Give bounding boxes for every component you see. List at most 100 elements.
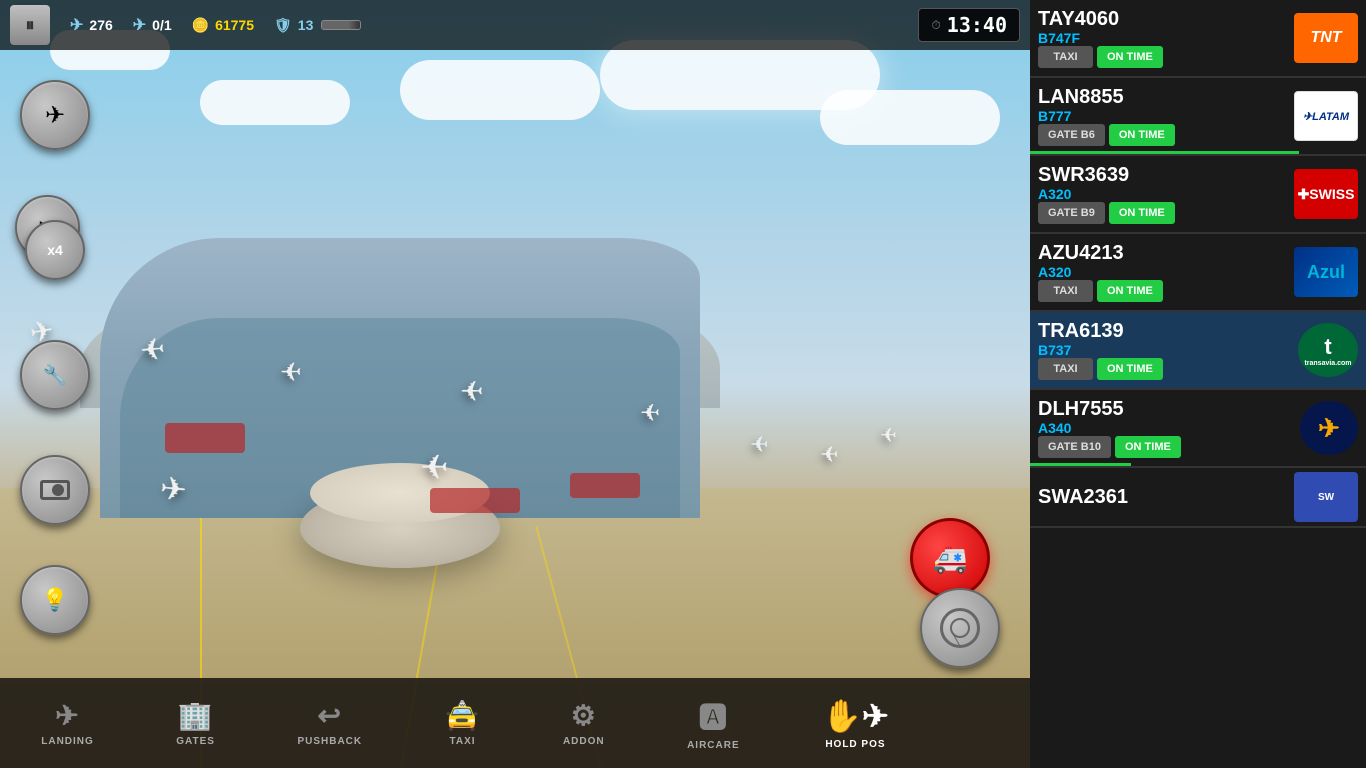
cloud-5: [820, 90, 1000, 145]
logo-text-SWA2361: SW: [1318, 492, 1334, 503]
flight-info-SWA2361: SWA2361: [1038, 486, 1288, 508]
logo-text-SWR3639: ✚SWISS: [1298, 186, 1355, 203]
flight-info-TAY4060: TAY4060 B747F TAXI ON TIME: [1038, 8, 1288, 68]
light-icon: 💡: [41, 587, 68, 613]
flight-info-AZU4213: AZU4213 A320 TAXI ON TIME: [1038, 242, 1288, 302]
toolbar-gates[interactable]: 🏢 GATES: [176, 699, 215, 747]
taxi-label: TAXI: [450, 736, 476, 747]
taxi-icon: 🚖: [445, 699, 481, 732]
btn-ontime-LAN8855[interactable]: ON TIME: [1109, 124, 1175, 146]
flight-info-TRA6139: TRA6139 B737 TAXI ON TIME: [1038, 320, 1292, 380]
btn-ontime-AZU4213[interactable]: ON TIME: [1097, 280, 1163, 302]
progress-LAN8855: [1030, 151, 1299, 154]
flight-card-SWA2361: SWA2361 SW: [1030, 468, 1366, 528]
right-panel: TAY4060 B747F TAXI ON TIME TNT LAN8855 B…: [1030, 0, 1366, 768]
speed-label: x4: [47, 242, 63, 258]
hold-pos-label: HOLD POS: [825, 739, 885, 750]
logo-text-DLH7555: ✈: [1318, 413, 1340, 444]
flight-actions-LAN8855: GATE B6 ON TIME: [1038, 124, 1288, 146]
flight-number-SWR3639: SWR3639: [1038, 164, 1288, 186]
gates-icon: 🏢: [178, 699, 214, 732]
airplane-8: ✈: [158, 469, 188, 509]
red-carpet-2: [430, 488, 520, 513]
btn-taxi-TRA6139[interactable]: TAXI: [1038, 358, 1093, 380]
speed-button[interactable]: x4: [25, 220, 85, 280]
airplane-3: ✈: [280, 357, 302, 388]
flight-card-AZU4213: AZU4213 A320 TAXI ON TIME Azul: [1030, 234, 1366, 312]
logo-TAY4060: TNT: [1294, 13, 1358, 63]
pause-button[interactable]: ⏸: [10, 5, 50, 45]
airplane-4: ✈: [460, 375, 483, 408]
flight-actions-TAY4060: TAXI ON TIME: [1038, 46, 1288, 68]
btn-taxi-TAY4060[interactable]: TAXI: [1038, 46, 1093, 68]
flight-card-DLH7555: DLH7555 A340 GATE B10 ON TIME ✈: [1030, 390, 1366, 468]
airplane-10: ✈: [880, 423, 897, 448]
red-carpet-3: [570, 473, 640, 498]
flight-aircraft-SWR3639: A320: [1038, 186, 1288, 202]
pushback-label: PUSHBACK: [297, 736, 362, 747]
camera-icon: ✈: [45, 101, 65, 130]
tools-button[interactable]: 🔧: [20, 340, 90, 410]
planes-count: 276: [89, 17, 112, 33]
logo-DLH7555: ✈: [1300, 401, 1358, 455]
flight-number-AZU4213: AZU4213: [1038, 242, 1288, 264]
addon-label: ADDON: [563, 736, 605, 747]
cloud-1: [400, 60, 600, 120]
tools-icon: 🔧: [43, 363, 68, 388]
logo-text-LAN8855: ✈LATAM: [1303, 110, 1349, 123]
airplane-2: ✈: [139, 332, 167, 369]
logo-text-TAY4060: TNT: [1310, 29, 1341, 47]
btn-gate-DLH7555[interactable]: GATE B10: [1038, 436, 1111, 458]
flight-number-LAN8855: LAN8855: [1038, 86, 1288, 108]
flight-card-TRA6139: TRA6139 B737 TAXI ON TIME t transavia.co…: [1030, 312, 1366, 390]
flight-card-LAN8855: LAN8855 B777 GATE B6 ON TIME ✈LATAM: [1030, 78, 1366, 156]
camera2-button[interactable]: [20, 455, 90, 525]
flight-aircraft-TRA6139: B737: [1038, 342, 1292, 358]
btn-ontime-SWR3639[interactable]: ON TIME: [1109, 202, 1175, 224]
toolbar-aircare[interactable]: 🅰 AIRCARE: [687, 696, 740, 751]
logo-SWR3639: ✚SWISS: [1294, 169, 1358, 219]
airplane-7: ✈: [420, 448, 449, 488]
coins-stat: 🪙 61775: [192, 17, 254, 34]
flight-card-TAY4060: TAY4060 B747F TAXI ON TIME TNT: [1030, 0, 1366, 78]
btn-gate-LAN8855[interactable]: GATE B6: [1038, 124, 1105, 146]
lens-icon: [52, 484, 64, 496]
logo-AZU4213: Azul: [1294, 247, 1358, 297]
emergency-button[interactable]: 🚑: [910, 518, 990, 598]
emergency-icon: 🚑: [933, 542, 968, 575]
hold-pos-button[interactable]: ✋✈ HOLD POS: [822, 697, 889, 750]
toolbar-pushback[interactable]: ↩ PUSHBACK: [297, 699, 362, 747]
flight-number-TAY4060: TAY4060: [1038, 8, 1288, 30]
light-button[interactable]: 💡: [20, 565, 90, 635]
flight-number-DLH7555: DLH7555: [1038, 398, 1294, 420]
flight-card-SWR3639: SWR3639 A320 GATE B9 ON TIME ✚SWISS: [1030, 156, 1366, 234]
flight-aircraft-DLH7555: A340: [1038, 420, 1294, 436]
toolbar-taxi[interactable]: 🚖 TAXI: [445, 699, 481, 747]
planes-icon: ✈: [70, 15, 83, 35]
aircare-label: AIRCARE: [687, 740, 740, 751]
flight-aircraft-AZU4213: A320: [1038, 264, 1288, 280]
btn-ontime-TRA6139[interactable]: ON TIME: [1097, 358, 1163, 380]
camera-button[interactable]: ✈: [20, 80, 90, 150]
flight-actions-AZU4213: TAXI ON TIME: [1038, 280, 1288, 302]
logo-subtext-TRA6139: transavia.com: [1304, 360, 1351, 367]
btn-taxi-AZU4213[interactable]: TAXI: [1038, 280, 1093, 302]
btn-gate-SWR3639[interactable]: GATE B9: [1038, 202, 1105, 224]
radar-button[interactable]: [920, 588, 1000, 668]
planes-stat: ✈ 276: [70, 15, 113, 35]
flight-actions-TRA6139: TAXI ON TIME: [1038, 358, 1292, 380]
pause-icon: ⏸: [26, 15, 35, 36]
game-viewport: ✈ ✈ ✈ ✈ ✈ ✈ ✈ ✈ ✈ ✈ ⏸ ✈ 276 ✈ 0/1 🪙 6177…: [0, 0, 1030, 768]
logo-TRA6139: t transavia.com: [1298, 323, 1358, 377]
red-carpet-1: [165, 423, 245, 453]
btn-ontime-TAY4060[interactable]: ON TIME: [1097, 46, 1163, 68]
toolbar-landing[interactable]: ✈ LANDING: [41, 699, 94, 747]
landing-label: LANDING: [41, 736, 94, 747]
bottom-toolbar: ✈ LANDING 🏢 GATES ↩ PUSHBACK 🚖 TAXI ⚙ AD…: [0, 678, 1030, 768]
btn-ontime-DLH7555[interactable]: ON TIME: [1115, 436, 1181, 458]
toolbar-addon[interactable]: ⚙ ADDON: [563, 699, 605, 747]
clock-time: 13:40: [947, 13, 1007, 37]
airplane-9: ✈: [820, 442, 838, 468]
flight-actions-DLH7555: GATE B10 ON TIME: [1038, 436, 1294, 458]
landing-icon: ✈: [55, 699, 79, 732]
